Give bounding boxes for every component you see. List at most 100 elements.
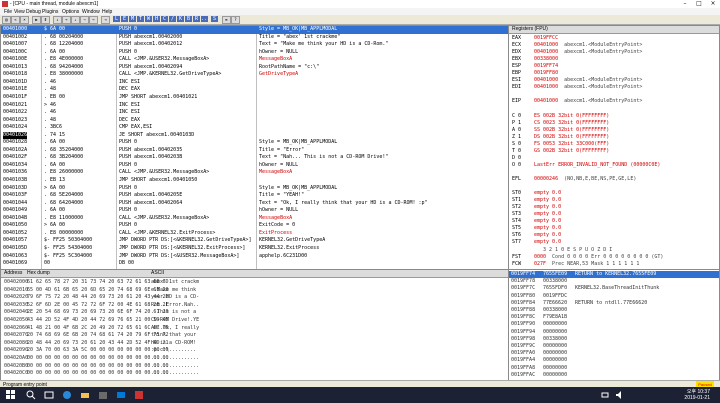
- settings-icon[interactable]: ≡: [222, 16, 231, 24]
- stack-row[interactable]: 0019FFA8 00000000: [509, 365, 719, 372]
- disasm-row[interactable]: 00401057 $- FF25 50304000 JMP DWORD PTR DS…: [1, 237, 508, 245]
- register-row[interactable]: EDX 00401000 abexcm1.<ModuleEntryPoint>: [512, 49, 642, 56]
- close-debuggee-icon[interactable]: ×: [20, 16, 29, 24]
- dump-header-address[interactable]: Address: [4, 270, 22, 277]
- stack-row[interactable]: 0019FF74 7655FE09 RETURN to KERNEL32.7655F…: [509, 271, 719, 279]
- register-row[interactable]: ST7 empty 0.0: [512, 239, 567, 246]
- dump-row[interactable]: 00402020 79 6F 75 72 20 48 44 20 69 73 20…: [1, 294, 508, 302]
- register-row[interactable]: EBP 0019FF80: [512, 70, 564, 77]
- dump-header-hex[interactable]: Hex dump: [27, 270, 50, 277]
- dump-row[interactable]: 004020A0 00 00 00 00 00 00 00 00 00 00 00…: [1, 355, 508, 363]
- dump-row[interactable]: 00402070 20 74 68 69 6E 6B 20 74 68 61 74…: [1, 332, 508, 340]
- register-row[interactable]: FST 0000 Cond 0 0 0 0 Err 0 0 0 0 0 0 0 0 …: [512, 254, 663, 261]
- disasm-row[interactable]: 00401036 . E8 26000000 CALL <JMP.&USER32.M…: [1, 169, 508, 177]
- register-row[interactable]: FCW 027F Prec NEAR,53 Mask 1 1 1 1 1 1: [512, 261, 639, 268]
- register-row[interactable]: 3 2 1 0 E S P U O Z D I: [512, 247, 612, 254]
- stack-row[interactable]: 0019FF7C 7655FDF0 KERNEL32.BaseThreadInitT…: [509, 285, 719, 292]
- ollydbg-icon[interactable]: [134, 390, 144, 400]
- register-row[interactable]: ST5 empty 0.0: [512, 225, 567, 232]
- disasm-row[interactable]: 00401013 . 68 94204000 PUSH abexcm1.004020…: [1, 64, 508, 72]
- disasm-row[interactable]: 00401007 . 68 12204000 PUSH abexcm1.004020…: [1, 41, 508, 49]
- run-trace-button[interactable]: ...: [201, 16, 210, 22]
- disasm-row[interactable]: 00401021 > 46 INC ESI: [1, 102, 508, 110]
- dump-row[interactable]: 00402090 20 3A 70 00 63 3A 5C 00 00 00 00…: [1, 347, 508, 355]
- register-row[interactable]: ST0 empty 0.0: [512, 190, 567, 197]
- disasm-row[interactable]: 0040101D . 46 INC ESI: [1, 79, 508, 87]
- dump-row[interactable]: 00402000 61 62 65 78 27 20 31 73 74 20 63…: [1, 279, 508, 287]
- tray-volume-icon[interactable]: [614, 390, 624, 400]
- windows-button[interactable]: W: [145, 16, 152, 22]
- stack-row[interactable]: 0019FF90 00000000: [509, 321, 719, 328]
- file-explorer-icon[interactable]: [80, 390, 90, 400]
- cpu-button[interactable]: C: [161, 16, 168, 22]
- disasm-row[interactable]: 00401026 . 74 15 JE SHORT abexcm1.0040103D: [1, 131, 508, 140]
- stack-row[interactable]: 0019FFA0 00000000: [509, 350, 719, 357]
- disasm-row[interactable]: 00401050 > 6A 00 PUSH 0 ExitCode = 0: [1, 222, 508, 230]
- register-row[interactable]: EIP 00401000 abexcm1.<ModuleEntryPoint>: [512, 98, 642, 105]
- disasm-row[interactable]: 00401034 . 6A 00 PUSH 0 hOwner = NULL: [1, 162, 508, 170]
- maximize-icon[interactable]: □: [692, 0, 706, 8]
- disasm-row[interactable]: 00401023 . 48 DEC EAX: [1, 117, 508, 125]
- dump-header-ascii[interactable]: ASCII: [151, 270, 164, 277]
- disasm-row[interactable]: 00401063 $- FF25 5C304000 JMP DWORD PTR DS…: [1, 253, 508, 261]
- step-into-icon[interactable]: ↓: [53, 16, 62, 24]
- register-row[interactable]: T 0 GS 002B 32bit 0(FFFFFFFF): [512, 148, 615, 155]
- open-icon[interactable]: ▤: [2, 16, 11, 24]
- register-row[interactable]: ST1 empty 0.0: [512, 197, 567, 204]
- disasm-row[interactable]: 00401018 . E8 38000000 CALL <JMP.&KERNEL32…: [1, 71, 508, 79]
- breakpoints-button[interactable]: B: [185, 16, 192, 22]
- dump-row[interactable]: 00402080 20 48 44 20 69 73 20 61 20 43 44…: [1, 340, 508, 348]
- register-row[interactable]: ECX 00401000 abexcm1.<ModuleEntryPoint>: [512, 42, 642, 49]
- tray-network-icon[interactable]: [600, 390, 610, 400]
- disasm-row[interactable]: 0040104B . E8 11000000 CALL <JMP.&USER32.M…: [1, 215, 508, 223]
- stack-row[interactable]: 0019FF98 00338000: [509, 336, 719, 343]
- register-row[interactable]: D 0: [512, 155, 540, 162]
- handles-button[interactable]: H: [153, 16, 160, 22]
- disasm-row[interactable]: 00401052 . E8 00000000 CALL <JMP.&KERNEL32…: [1, 230, 508, 238]
- disasm-row[interactable]: 0040100C . 6A 00 PUSH 0 hOwner = NULL: [1, 49, 508, 57]
- dump-row[interactable]: 004020C0 00 00 00 00 00 00 00 00 00 00 00…: [1, 370, 508, 378]
- trace-into-icon[interactable]: ⇣: [71, 16, 80, 24]
- stack-row[interactable]: 0019FFAC 00000000: [509, 372, 719, 379]
- register-row[interactable]: ST3 empty 0.0: [512, 211, 567, 218]
- disasm-row[interactable]: 00401024 . 3BC6 CMP EAX,ESI: [1, 124, 508, 132]
- modules-button[interactable]: E: [121, 16, 128, 22]
- disasm-row[interactable]: 00401049 . 6A 00 PUSH 0 hOwner = NULL: [1, 207, 508, 215]
- run-icon[interactable]: ▶: [32, 16, 41, 24]
- register-row[interactable]: [512, 169, 540, 176]
- threads-button[interactable]: T: [137, 16, 144, 22]
- disasm-row[interactable]: 0040103F . 68 5E204000 PUSH abexcm1.004020…: [1, 192, 508, 200]
- dump-row[interactable]: 00402030 52 6F 6D 2E 00 45 72 72 6F 72 00…: [1, 302, 508, 310]
- close-icon[interactable]: ×: [706, 0, 720, 8]
- hex-dump-pane[interactable]: Address Hex dump ASCII 00402000 61 62 65 …: [0, 269, 509, 381]
- disasm-row[interactable]: 00401044 . 68 64204000 PUSH abexcm1.004020…: [1, 200, 508, 208]
- stack-row[interactable]: 0019FF9C 00000000: [509, 343, 719, 350]
- stack-row[interactable]: 0019FF78 00338000: [509, 278, 719, 285]
- disasm-row[interactable]: 00401069 00 DB 00: [1, 260, 508, 268]
- disasm-row[interactable]: 0040102A . 68 35204000 PUSH abexcm1.004020…: [1, 147, 508, 155]
- dump-row[interactable]: 00402010 65 00 4D 61 6B 65 20 6D 65 20 74…: [1, 287, 508, 295]
- step-over-icon[interactable]: ↷: [62, 16, 71, 24]
- disasm-row[interactable]: 0040103D > 6A 00 PUSH 0 Style = MB_OK|MB_AP…: [1, 185, 508, 193]
- register-row[interactable]: O 0 LastErr ERROR_INVALID_NOT_FOUND (0000…: [512, 162, 666, 169]
- store-icon[interactable]: [98, 390, 108, 400]
- references-button[interactable]: R: [193, 16, 200, 22]
- register-row[interactable]: C 0 ES 002B 32bit 0(FFFFFFFF): [512, 113, 615, 120]
- goto-icon[interactable]: ⇥: [101, 16, 110, 24]
- disassembly-pane[interactable]: 00401000 $ 6A 00 PUSH 0 Style = MB_OK|MB_AP…: [0, 25, 509, 270]
- register-row[interactable]: ST4 empty 0.0: [512, 218, 567, 225]
- execute-till-return-icon[interactable]: →: [89, 16, 98, 24]
- trace-over-icon[interactable]: ⇢: [80, 16, 89, 24]
- register-row[interactable]: Z 1 DS 002B 32bit 0(FFFFFFFF): [512, 134, 615, 141]
- register-row[interactable]: [512, 183, 540, 190]
- register-row[interactable]: P 1 CS 0023 32bit 0(FFFFFFFF): [512, 120, 615, 127]
- stack-row[interactable]: 0019FF88 00338000: [509, 307, 719, 314]
- stack-row[interactable]: 0019FF84 77E66620 RETURN to ntdll.77E66620: [509, 300, 719, 307]
- patches-button[interactable]: /: [169, 16, 176, 22]
- dump-row[interactable]: 00402050 43 44 2D 52 4F 4D 20 44 72 69 76…: [1, 317, 508, 325]
- disasm-row[interactable]: 0040101F . EB 00 JMP SHORT abexcm1.0040102…: [1, 94, 508, 102]
- register-row[interactable]: EFL 00000246 (NO,NB,E,BE,NS,PE,GE,LE): [512, 176, 636, 183]
- register-row[interactable]: S 0 FS 0053 32bit 33C000(FFF): [512, 141, 615, 148]
- mail-icon[interactable]: [116, 390, 126, 400]
- register-row[interactable]: ST2 empty 0.0: [512, 204, 567, 211]
